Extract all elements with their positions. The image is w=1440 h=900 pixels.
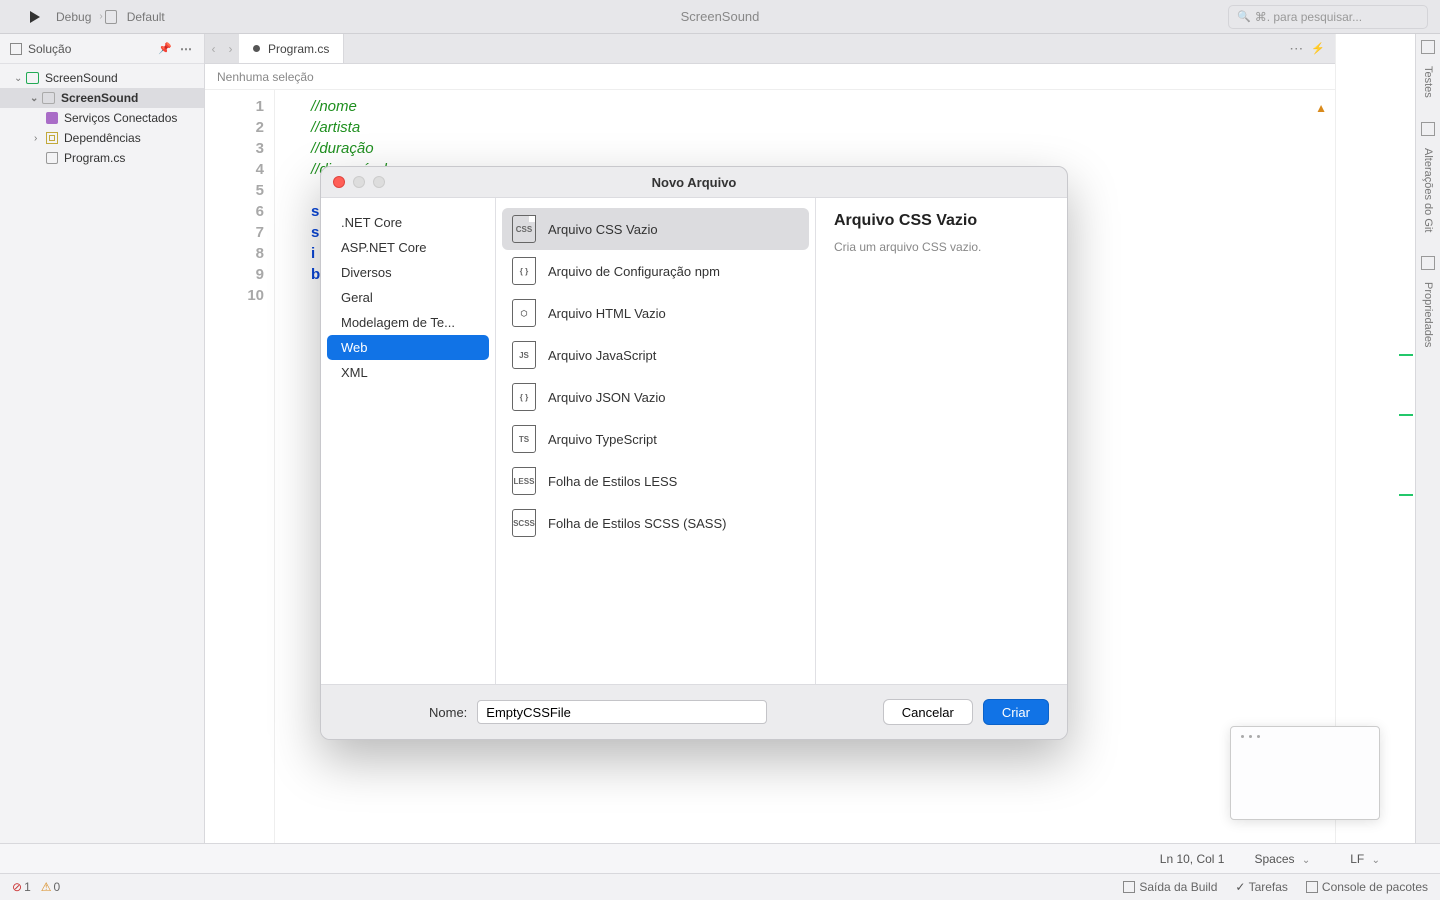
category-item[interactable]: Diversos — [327, 260, 489, 285]
template-item[interactable]: TS Arquivo TypeScript — [502, 418, 809, 460]
template-label: Arquivo de Configuração npm — [548, 264, 720, 279]
template-label: Arquivo HTML Vazio — [548, 306, 666, 321]
file-template-icon: { } — [512, 257, 536, 285]
file-template-icon: SCSS — [512, 509, 536, 537]
category-item[interactable]: ASP.NET Core — [327, 235, 489, 260]
dialog-footer: Nome: Cancelar Criar — [321, 685, 1067, 739]
modal-backdrop: Novo Arquivo .NET CoreASP.NET CoreDivers… — [0, 0, 1440, 900]
file-template-icon: CSS — [512, 215, 536, 243]
cancel-button[interactable]: Cancelar — [883, 699, 973, 725]
template-item[interactable]: LESS Folha de Estilos LESS — [502, 460, 809, 502]
file-name-input[interactable] — [477, 700, 767, 724]
category-item[interactable]: Geral — [327, 285, 489, 310]
category-list: .NET CoreASP.NET CoreDiversosGeralModela… — [321, 198, 496, 684]
detail-description: Cria um arquivo CSS vazio. — [834, 240, 1049, 254]
new-file-dialog: Novo Arquivo .NET CoreASP.NET CoreDivers… — [320, 166, 1068, 740]
category-item[interactable]: Web — [327, 335, 489, 360]
template-label: Arquivo JSON Vazio — [548, 390, 666, 405]
template-label: Arquivo CSS Vazio — [548, 222, 658, 237]
template-item[interactable]: CSS Arquivo CSS Vazio — [502, 208, 809, 250]
file-template-icon: ⬡ — [512, 299, 536, 327]
dialog-titlebar: Novo Arquivo — [321, 167, 1067, 197]
template-item[interactable]: JS Arquivo JavaScript — [502, 334, 809, 376]
template-label: Arquivo TypeScript — [548, 432, 657, 447]
template-item[interactable]: ⬡ Arquivo HTML Vazio — [502, 292, 809, 334]
category-item[interactable]: Modelagem de Te... — [327, 310, 489, 335]
category-item[interactable]: .NET Core — [327, 210, 489, 235]
name-label: Nome: — [429, 705, 467, 720]
template-item[interactable]: { } Arquivo de Configuração npm — [502, 250, 809, 292]
create-button[interactable]: Criar — [983, 699, 1049, 725]
file-template-icon: LESS — [512, 467, 536, 495]
window-zoom-icon — [373, 176, 385, 188]
template-item[interactable]: { } Arquivo JSON Vazio — [502, 376, 809, 418]
template-label: Folha de Estilos SCSS (SASS) — [548, 516, 726, 531]
dialog-title: Novo Arquivo — [652, 175, 737, 190]
category-item[interactable]: XML — [327, 360, 489, 385]
file-template-icon: { } — [512, 383, 536, 411]
window-close-icon[interactable] — [333, 176, 345, 188]
window-minimize-icon — [353, 176, 365, 188]
template-label: Arquivo JavaScript — [548, 348, 656, 363]
template-detail: Arquivo CSS Vazio Cria um arquivo CSS va… — [816, 198, 1067, 684]
detail-title: Arquivo CSS Vazio — [834, 212, 1049, 230]
template-list: CSS Arquivo CSS Vazio { } Arquivo de Config… — [496, 198, 816, 684]
template-label: Folha de Estilos LESS — [548, 474, 677, 489]
file-template-icon: TS — [512, 425, 536, 453]
file-template-icon: JS — [512, 341, 536, 369]
template-item[interactable]: SCSS Folha de Estilos SCSS (SASS) — [502, 502, 809, 544]
